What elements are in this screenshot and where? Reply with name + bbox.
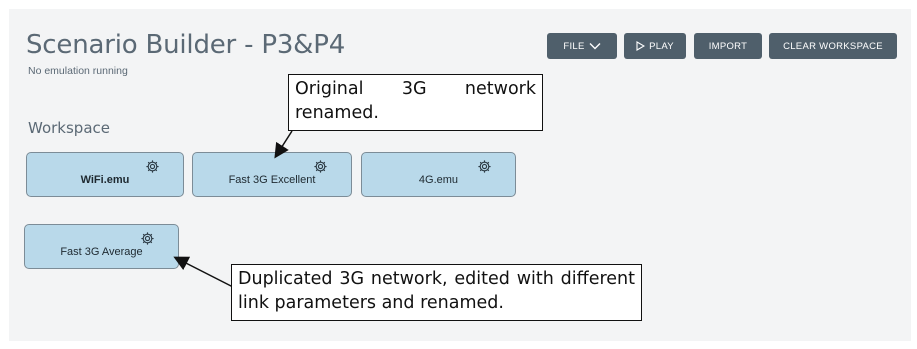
- import-button-label: IMPORT: [708, 40, 748, 52]
- network-node-wifi[interactable]: WiFi.emu: [26, 152, 184, 197]
- network-node-fast-3g-excellent[interactable]: Fast 3G Excellent: [192, 152, 352, 197]
- import-button[interactable]: IMPORT: [694, 33, 762, 59]
- network-node-label: Fast 3G Average: [60, 245, 143, 258]
- gear-icon[interactable]: [145, 159, 160, 174]
- gear-icon[interactable]: [477, 159, 492, 174]
- annotation-duplicated-edited: Duplicated 3G network, edited with diffe…: [231, 264, 642, 321]
- play-button[interactable]: PLAY: [624, 33, 686, 59]
- gear-icon[interactable]: [140, 231, 155, 246]
- file-menu-button[interactable]: FILE: [547, 33, 617, 59]
- play-button-label: PLAY: [649, 40, 674, 52]
- page-title: Scenario Builder - P3&P4: [26, 30, 346, 60]
- network-node-label: WiFi.emu: [80, 173, 130, 186]
- annotation-original-renamed: Original 3G network renamed.: [288, 74, 543, 131]
- clear-workspace-button-label: CLEAR WORKSPACE: [783, 40, 883, 52]
- chevron-down-icon: [589, 43, 601, 50]
- workspace-heading: Workspace: [28, 119, 110, 137]
- network-node-label: Fast 3G Excellent: [228, 173, 316, 186]
- clear-workspace-button[interactable]: CLEAR WORKSPACE: [769, 33, 897, 59]
- gear-icon[interactable]: [313, 159, 328, 174]
- network-node-4g[interactable]: 4G.emu: [361, 152, 516, 197]
- play-triangle-icon: [636, 41, 646, 51]
- network-node-fast-3g-average[interactable]: Fast 3G Average: [24, 224, 179, 269]
- file-button-label: FILE: [563, 40, 585, 52]
- network-node-label: 4G.emu: [418, 173, 459, 186]
- emulation-status: No emulation running: [28, 65, 128, 77]
